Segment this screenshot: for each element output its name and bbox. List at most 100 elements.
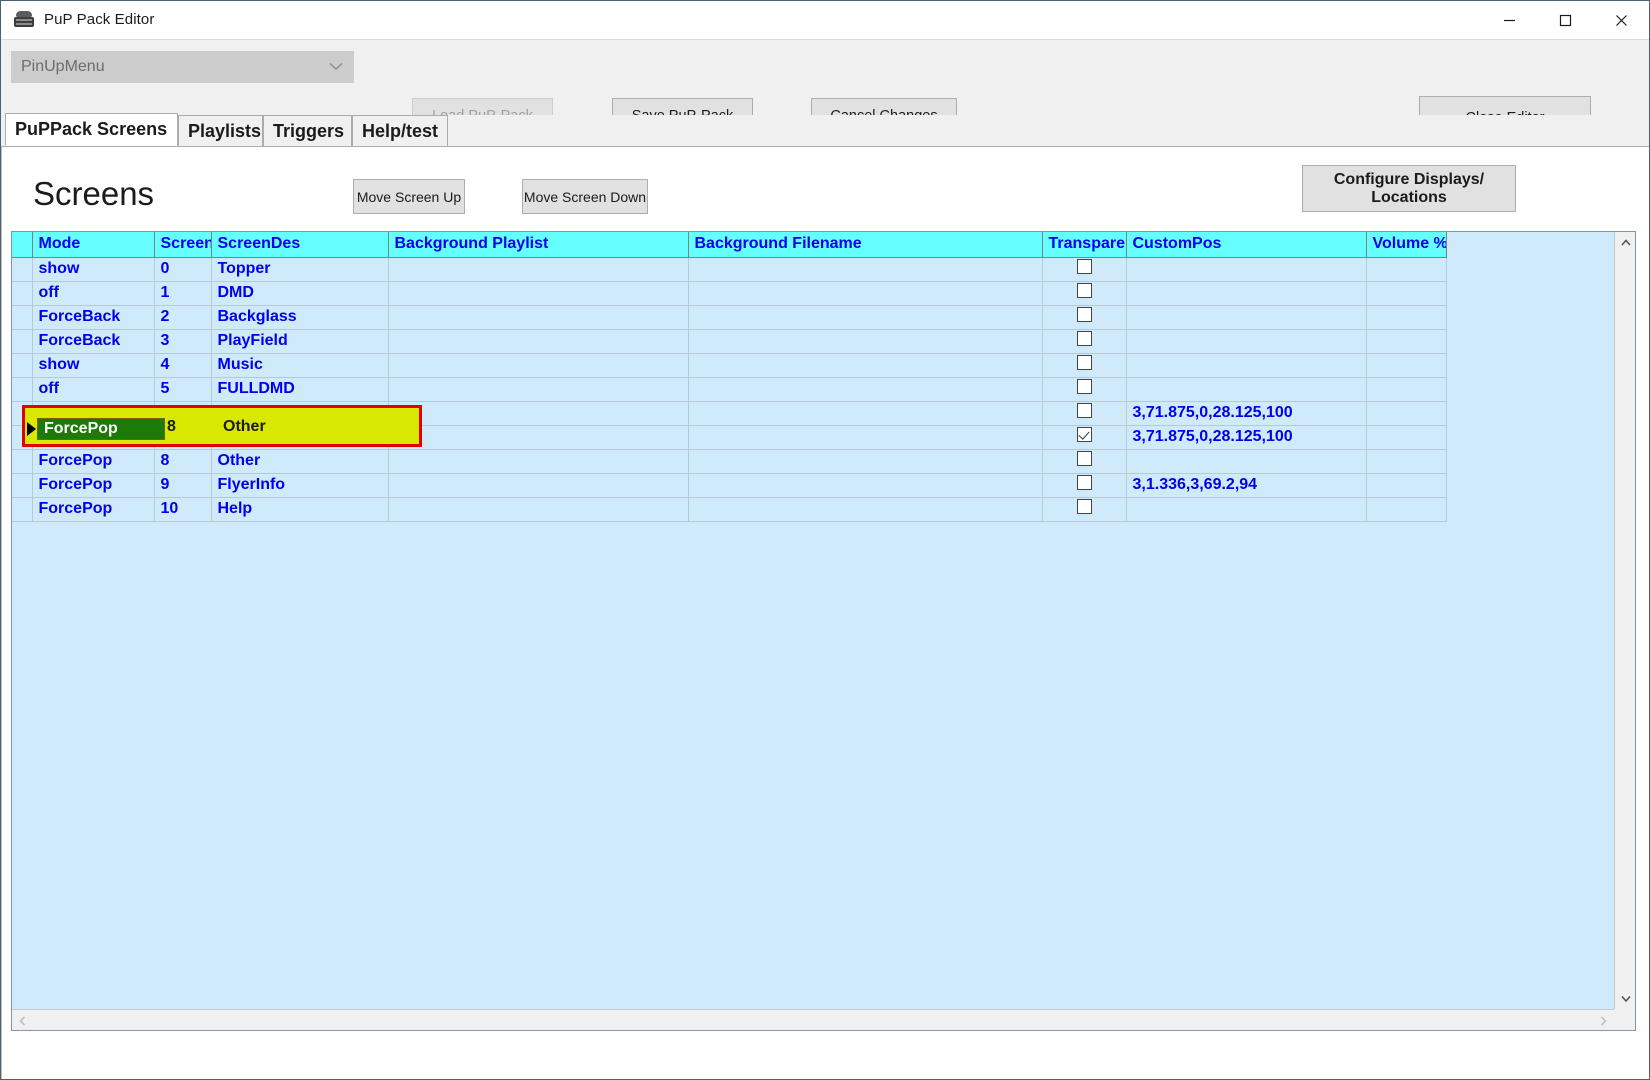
cell-filename[interactable] [688,281,1043,306]
tab-puppack-screens[interactable]: PuPPack Screens [5,113,178,146]
cell-mode[interactable]: ForcePop [32,449,155,474]
cell-playlist[interactable] [388,473,689,498]
cell-transparent[interactable] [1042,329,1127,354]
table-row[interactable]: show 4 Music [12,353,1447,378]
cell-custompos[interactable]: 3,71.875,0,28.125,100 [1126,401,1367,426]
cell-transparent[interactable] [1042,281,1127,306]
cell-volume[interactable] [1366,305,1447,330]
cell-custompos[interactable] [1126,281,1367,306]
cell-custompos[interactable]: 3,1.336,3,69.2,94 [1126,473,1367,498]
cell-volume[interactable] [1366,473,1447,498]
cell-screendes[interactable]: Backglass [211,305,389,330]
row-selector-cell[interactable] [12,473,33,498]
scroll-down-icon[interactable] [1615,988,1636,1009]
cell-custompos[interactable] [1126,377,1367,402]
cell-mode[interactable]: ForcePop [32,425,155,450]
cell-screendes[interactable]: Other [211,449,389,474]
cell-filename[interactable] [688,449,1043,474]
row-selector-cell[interactable] [12,257,33,282]
cell-playlist[interactable] [388,497,689,522]
cell-filename[interactable] [688,257,1043,282]
cell-filename[interactable] [688,377,1043,402]
transparent-checkbox[interactable] [1076,259,1092,274]
cell-transparent[interactable] [1042,353,1127,378]
maximize-icon[interactable] [1537,1,1593,39]
col-header-custompos[interactable]: CustomPos [1126,232,1367,258]
row-selector-cell[interactable] [12,497,33,522]
transparent-checkbox[interactable] [1076,451,1092,466]
cell-playlist[interactable] [388,425,689,450]
cell-filename[interactable] [688,353,1043,378]
cell-volume[interactable] [1366,329,1447,354]
cell-screendes[interactable]: Help [211,497,389,522]
table-row[interactable]: ForcePop 8 Other [12,449,1447,474]
vertical-scrollbar[interactable] [1614,232,1635,1009]
table-row[interactable]: ForceBack 3 PlayField [12,329,1447,354]
cell-playlist[interactable] [388,305,689,330]
scroll-left-icon[interactable] [12,1010,33,1031]
cell-screennum[interactable]: 0 [154,257,212,282]
cell-screennum[interactable]: 9 [154,473,212,498]
cell-volume[interactable] [1366,425,1447,450]
close-icon[interactable] [1593,1,1649,39]
cell-playlist[interactable] [388,281,689,306]
row-selector-cell[interactable] [12,449,33,474]
move-screen-down-button[interactable]: Move Screen Down [522,179,648,214]
cell-filename[interactable] [688,305,1043,330]
cell-screennum[interactable]: 10 [154,497,212,522]
transparent-checkbox[interactable] [1076,307,1092,322]
cell-transparent[interactable] [1042,449,1127,474]
table-row[interactable]: off 5 FULLDMD [12,377,1447,402]
cell-screennum[interactable]: 7 [154,425,212,450]
cell-screendes[interactable]: Topper [211,257,389,282]
cell-mode[interactable]: ForcePop [32,473,155,498]
row-selector-cell[interactable] [12,425,33,450]
col-header-background-filename[interactable]: Background Filename [688,232,1043,258]
cell-custompos[interactable] [1126,497,1367,522]
tab-help-test[interactable]: Help/test [352,115,448,146]
tab-playlists[interactable]: Playlists [178,115,263,146]
pup-pack-select[interactable]: PinUpMenu [11,51,354,83]
cell-playlist[interactable] [388,401,689,426]
cell-screennum[interactable]: 8 [154,449,212,474]
cell-custompos[interactable]: 3,71.875,0,28.125,100 [1126,425,1367,450]
row-selector-cell[interactable] [12,305,33,330]
cell-transparent[interactable] [1042,473,1127,498]
cell-transparent[interactable] [1042,377,1127,402]
cell-screendes[interactable]: Wheel-ARC [211,401,389,426]
cell-transparent[interactable] [1042,497,1127,522]
cell-mode[interactable]: ForcePop [32,401,155,426]
transparent-checkbox[interactable] [1076,283,1092,298]
cell-volume[interactable] [1366,353,1447,378]
cell-transparent[interactable] [1042,305,1127,330]
row-selector-cell[interactable] [12,401,33,426]
cell-volume[interactable] [1366,377,1447,402]
table-row[interactable]: ForcePop 7 Loading 3,71.875,0,28.125,100 [12,425,1447,450]
transparent-checkbox[interactable] [1076,499,1092,514]
transparent-checkbox[interactable] [1076,427,1092,442]
cell-mode[interactable]: ForceBack [32,305,155,330]
transparent-checkbox[interactable] [1076,379,1092,394]
cell-volume[interactable] [1366,449,1447,474]
cell-screendes[interactable]: Loading [211,425,389,450]
cell-screennum[interactable]: 3 [154,329,212,354]
cell-playlist[interactable] [388,449,689,474]
scroll-right-icon[interactable] [1593,1010,1614,1031]
table-row[interactable]: show 0 Topper [12,257,1447,282]
table-row[interactable]: ForcePop 10 Help [12,497,1447,522]
col-header-transparent[interactable]: Transparent [1042,232,1127,258]
col-header-mode[interactable]: Mode [32,232,155,258]
scroll-up-icon[interactable] [1615,232,1636,253]
row-selector-cell[interactable] [12,353,33,378]
row-selector-cell[interactable] [12,281,33,306]
cell-playlist[interactable] [388,353,689,378]
cell-playlist[interactable] [388,257,689,282]
cell-filename[interactable] [688,401,1043,426]
cell-custompos[interactable] [1126,449,1367,474]
cell-custompos[interactable] [1126,329,1367,354]
col-header-volume[interactable]: Volume % [1366,232,1447,258]
transparent-checkbox[interactable] [1076,355,1092,370]
cell-transparent[interactable] [1042,425,1127,450]
col-header-screendes[interactable]: ScreenDes [211,232,389,258]
cell-filename[interactable] [688,473,1043,498]
